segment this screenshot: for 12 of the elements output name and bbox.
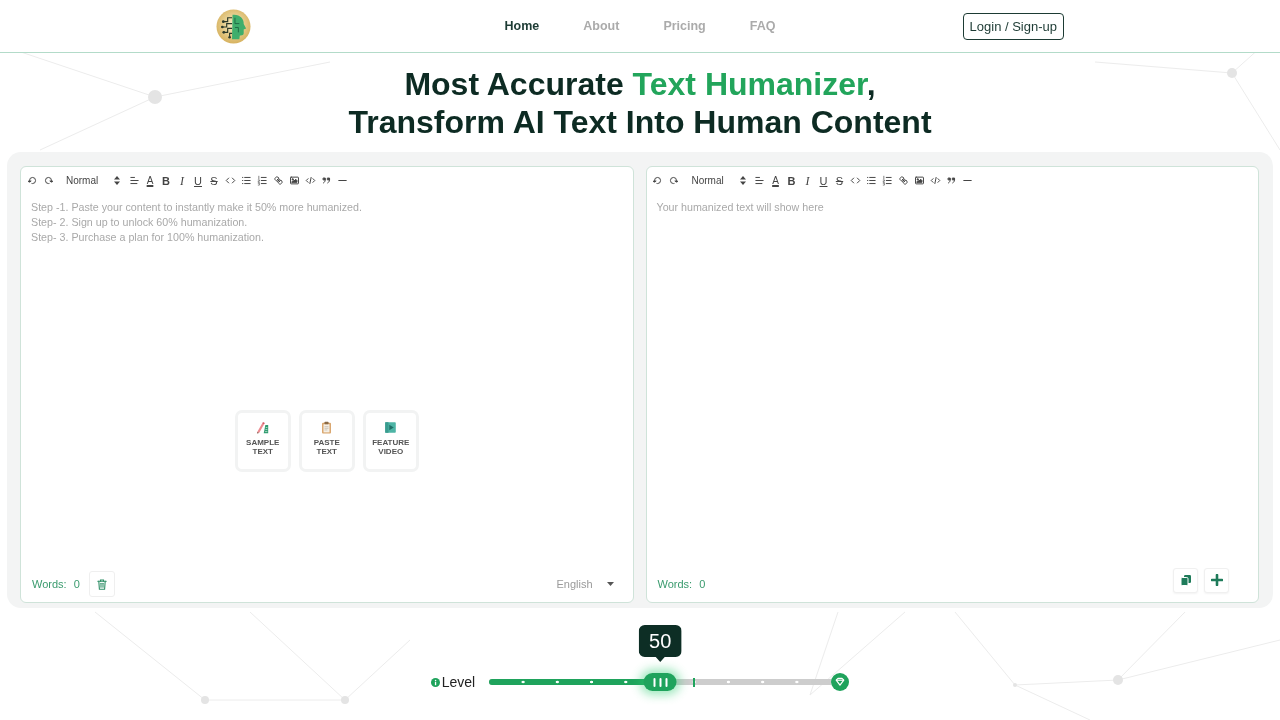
head-circuit-logo[interactable] bbox=[216, 8, 251, 44]
trash-icon bbox=[96, 578, 107, 590]
redo-icon[interactable] bbox=[42, 175, 54, 186]
word-count-label: Words: bbox=[32, 576, 67, 592]
clear-button[interactable] bbox=[88, 571, 115, 597]
format-select[interactable]: Normal bbox=[56, 172, 126, 189]
word-count: 0 bbox=[73, 576, 80, 592]
align-left-icon[interactable] bbox=[128, 175, 140, 186]
login-button[interactable]: Login / Sign-up bbox=[962, 12, 1064, 40]
up-down-arrows-icon bbox=[114, 176, 120, 185]
undo-icon[interactable] bbox=[26, 175, 38, 186]
nav-link[interactable]: Home bbox=[504, 16, 540, 36]
